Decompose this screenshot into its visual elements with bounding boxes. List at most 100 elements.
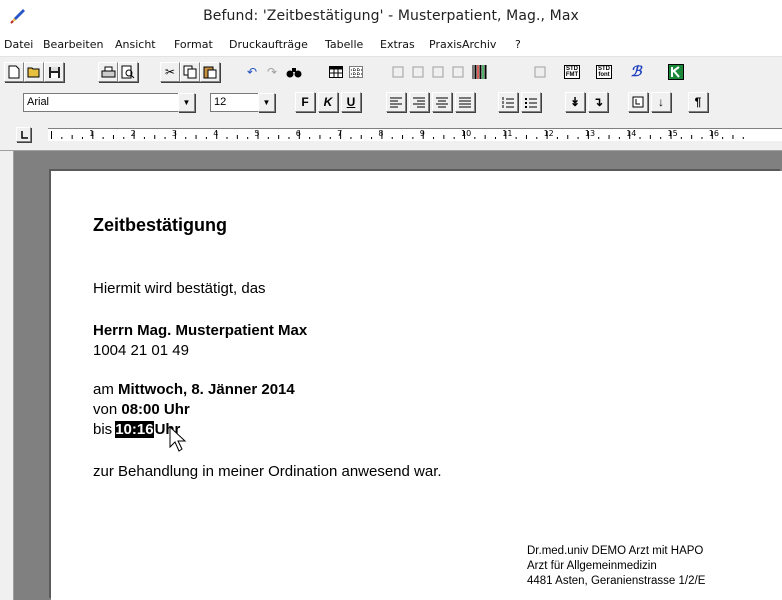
copy-button[interactable] <box>180 62 200 82</box>
ruler[interactable]: 1 2 3 4 5 6 7 8 9 10 11 12 13 14 15 16 <box>0 120 782 151</box>
selected-time-highlight[interactable]: 10:16 <box>115 421 154 438</box>
page-break-button[interactable] <box>628 92 648 112</box>
ruler-tick <box>433 137 435 139</box>
insert-object-button[interactable] <box>530 62 550 82</box>
find-button[interactable] <box>284 62 304 82</box>
table-merge-button[interactable] <box>448 62 468 82</box>
ruler-tick <box>112 135 114 139</box>
table-icon <box>329 66 343 78</box>
tab-type-button[interactable] <box>16 127 31 142</box>
from-line[interactable]: von 08:00 Uhr <box>93 400 190 420</box>
print-preview-button[interactable] <box>118 62 138 82</box>
scissors-icon: ✂ <box>164 65 176 79</box>
document-page[interactable]: Zeitbestätigung Hiermit wird bestätigt, … <box>51 171 782 600</box>
ruler-tick <box>391 137 393 139</box>
ruler-tick <box>371 137 373 139</box>
numbered-list-button[interactable] <box>498 92 518 112</box>
redo-button[interactable]: ↷ <box>262 62 282 82</box>
menu-tabelle[interactable]: Tabelle <box>325 38 363 51</box>
bold-button[interactable]: F <box>295 92 315 112</box>
menu-extras[interactable]: Extras <box>380 38 415 51</box>
ruler-tick <box>154 135 156 139</box>
document-heading[interactable]: Zeitbestätigung <box>93 215 227 236</box>
menu-druckauftraege[interactable]: Druckaufträge <box>229 38 308 51</box>
indent-right-button[interactable]: ↴ <box>588 92 608 112</box>
font-name-select[interactable]: Arial <box>23 93 178 112</box>
align-left-icon <box>390 97 402 107</box>
menu-help[interactable]: ? <box>515 38 521 51</box>
praxisarchiv-icon <box>668 64 684 80</box>
to-line[interactable]: bis 10:16Uhr <box>93 420 180 440</box>
arrow-down-icon: ↓ <box>658 95 664 109</box>
align-right-icon <box>413 97 425 107</box>
std-format-button[interactable]: STD FMT <box>562 62 582 82</box>
underline-button[interactable]: U <box>341 92 361 112</box>
date-line[interactable]: am Mittwoch, 8. Jänner 2014 <box>93 380 295 400</box>
ruler-tick <box>309 137 311 139</box>
italic-button[interactable]: K <box>318 92 338 112</box>
open-button[interactable] <box>24 62 44 82</box>
menu-format[interactable]: Format <box>174 38 213 51</box>
ruler-tick <box>443 135 445 139</box>
font-name-dropdown[interactable]: ▼ <box>178 93 195 112</box>
ruler-tick <box>742 137 744 139</box>
ruler-tick <box>61 137 63 139</box>
menu-bearbeiten[interactable]: Bearbeiten <box>43 38 103 51</box>
align-center-icon <box>436 97 448 107</box>
paste-button[interactable] <box>200 62 220 82</box>
table-grid-button[interactable] <box>346 62 366 82</box>
copy-icon <box>183 65 197 79</box>
folder-open-icon <box>27 67 40 78</box>
table-insert-row-button[interactable] <box>388 62 408 82</box>
date-prefix: am <box>93 381 114 398</box>
patient-id[interactable]: 1004 21 01 49 <box>93 341 189 361</box>
document-workspace[interactable]: Zeitbestätigung Hiermit wird bestätigt, … <box>0 151 782 600</box>
bullet-list-icon <box>525 97 537 108</box>
menu-bar: Datei Bearbeiten Ansicht Format Druckauf… <box>0 34 782 57</box>
font-size-dropdown[interactable]: ▼ <box>258 93 275 112</box>
print-button[interactable] <box>98 62 118 82</box>
indent-down-button[interactable]: ↡ <box>565 92 585 112</box>
signature-block[interactable]: Dr.med.univ DEMO Arzt mit HAPO Arzt für … <box>527 544 705 589</box>
ruler-tick <box>639 137 641 139</box>
std-font-button[interactable]: STD font <box>594 62 614 82</box>
undo-button[interactable]: ↶ <box>242 62 262 82</box>
bullet-list-button[interactable] <box>521 92 541 112</box>
ruler-tick <box>267 137 269 139</box>
align-left-button[interactable] <box>386 92 406 112</box>
ruler-number: 16 <box>708 129 719 138</box>
from-unit: Uhr <box>163 401 190 418</box>
new-document-button[interactable] <box>4 62 24 82</box>
toolbar-standard: ✂ ↶ ↷ STD FMT STD font ℬ <box>0 57 782 87</box>
window-title: Befund: 'Zeitbestätigung' - Musterpatien… <box>203 8 579 24</box>
barcode-button[interactable] <box>470 62 490 82</box>
intro-text[interactable]: Hiermit wird bestätigt, das <box>93 279 266 299</box>
redo-icon: ↷ <box>266 65 278 79</box>
menu-praxisarchiv[interactable]: PraxisArchiv <box>429 38 496 51</box>
cut-button[interactable]: ✂ <box>160 62 180 82</box>
table-delete-row-button[interactable] <box>428 62 448 82</box>
table-insert-col-button[interactable] <box>408 62 428 82</box>
closing-text[interactable]: zur Behandlung in meiner Ordination anwe… <box>93 462 442 482</box>
show-paragraph-marks-button[interactable]: ¶ <box>688 92 708 112</box>
ruler-track[interactable]: 1 2 3 4 5 6 7 8 9 10 11 12 13 14 15 16 <box>48 128 782 141</box>
align-center-button[interactable] <box>432 92 452 112</box>
justify-icon <box>459 97 471 107</box>
save-button[interactable] <box>44 62 64 82</box>
menu-ansicht[interactable]: Ansicht <box>115 38 156 51</box>
justify-button[interactable] <box>455 92 475 112</box>
insert-table-button[interactable] <box>326 62 346 82</box>
std-format-icon: STD FMT <box>564 65 580 79</box>
menu-datei[interactable]: Datei <box>4 38 33 51</box>
patient-name[interactable]: Herrn Mag. Musterpatient Max <box>93 321 307 341</box>
praxisarchiv-button[interactable] <box>666 62 686 82</box>
line-down-button[interactable]: ↓ <box>651 92 671 112</box>
ruler-tick <box>329 137 331 139</box>
ruler-tick <box>102 137 104 139</box>
ruler-tick <box>123 137 125 139</box>
font-size-select[interactable]: 12 <box>210 93 258 112</box>
ruler-tick <box>494 137 496 139</box>
align-right-button[interactable] <box>409 92 429 112</box>
table-row-icon <box>392 66 404 78</box>
script-font-button[interactable]: ℬ <box>626 62 646 82</box>
